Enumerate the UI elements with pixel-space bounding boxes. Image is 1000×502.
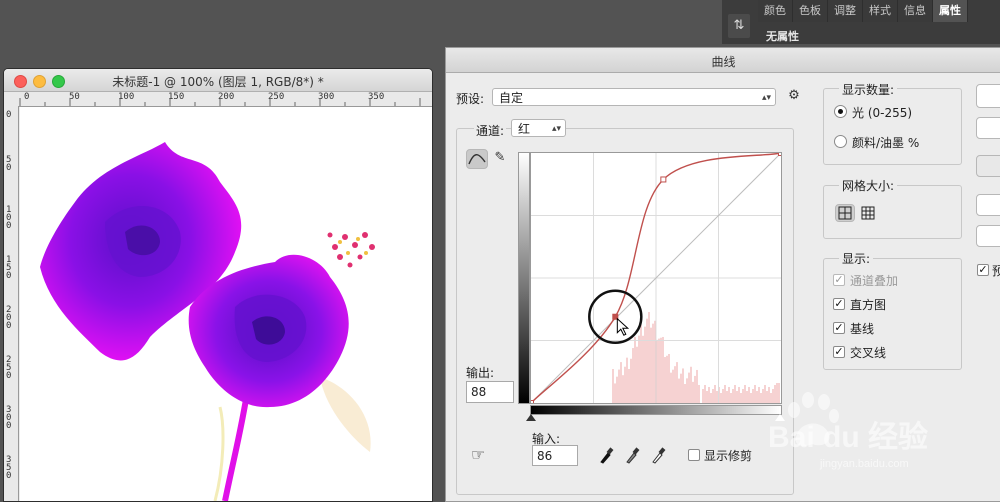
document-title: 未标题-1 @ 100% (图层 1, RGB/8*) * [112, 75, 324, 89]
black-eyedropper-icon[interactable] [598, 446, 614, 464]
output-field[interactable]: 88 [466, 381, 514, 403]
dialog-title: 曲线 [711, 55, 736, 69]
grid-detailed-button[interactable] [859, 205, 877, 224]
curve-plot[interactable] [528, 150, 784, 406]
light-radio-label: 光 (0-255) [852, 106, 913, 120]
ruler-label: 3 0 0 [6, 405, 12, 431]
grid-size-label: 网格大小: [839, 177, 898, 194]
tab-info[interactable]: 信息 [898, 0, 933, 22]
channel-overlay-label: 通道叠加 [850, 274, 899, 288]
ruler-label: 3 5 0 [6, 455, 12, 481]
ruler-label: 0 [6, 110, 12, 120]
show-amount-label: 显示数量: [839, 81, 898, 98]
ruler-label: 2 0 0 [6, 305, 12, 331]
intersection-label: 交叉线 [850, 346, 887, 360]
baseline-label: 基线 [850, 322, 875, 336]
document-window: 未标题-1 @ 100% (图层 1, RGB/8*) * 0 50 100 1… [3, 68, 433, 502]
curve-edit-tool-button[interactable] [466, 149, 488, 169]
black-point-slider[interactable] [526, 414, 536, 421]
show-options-label: 显示: [839, 250, 874, 267]
intersection-checkbox[interactable]: ✓ [833, 346, 845, 358]
tab-color[interactable]: 颜色 [758, 0, 793, 22]
output-label: 输出: [466, 366, 495, 380]
preset-value: 自定 [499, 91, 524, 105]
gray-eyedropper-icon[interactable] [624, 446, 640, 464]
chevron-updown-icon: ▴▾ [551, 124, 561, 134]
ruler-label: 2 5 0 [6, 355, 12, 381]
no-properties-label: 无属性 [766, 30, 799, 43]
pigment-radio-label: 颜料/油墨 % [852, 136, 920, 150]
histogram-checkbox[interactable]: ✓ [833, 298, 845, 310]
curve-control-point[interactable] [778, 150, 784, 156]
chevron-updown-icon: ▴▾ [761, 93, 771, 103]
grid-4x4-icon [838, 206, 852, 220]
tab-styles[interactable]: 样式 [863, 0, 898, 22]
preset-label: 预设: [456, 92, 485, 106]
ok-button[interactable] [976, 84, 1000, 108]
preset-select[interactable]: 自定 ▴▾ [492, 88, 776, 106]
channel-label: 通道: [474, 122, 507, 139]
options-button[interactable] [976, 225, 1000, 247]
cancel-button[interactable] [976, 117, 1000, 139]
tab-properties[interactable]: 属性 [933, 0, 968, 22]
watermark-url: jingyan.baidu.com [820, 458, 909, 470]
ruler-label: 1 5 0 [6, 255, 12, 281]
show-clipping-checkbox[interactable] [688, 449, 700, 461]
curve-tool-icon [468, 154, 486, 165]
curve-graph[interactable] [528, 150, 784, 406]
output-gradient-bar [518, 152, 530, 404]
channel-overlay-checkbox[interactable]: ✓ [833, 274, 845, 286]
input-gradient-bar [530, 405, 782, 415]
vertical-ruler[interactable]: 0 5 0 1 0 0 1 5 0 2 0 0 2 5 0 3 0 0 3 5 … [4, 106, 19, 501]
baseline-checkbox[interactable]: ✓ [833, 322, 845, 334]
show-amount-group [823, 88, 962, 165]
pencil-icon[interactable]: ✎ [491, 150, 509, 165]
white-eyedropper-icon[interactable] [650, 446, 666, 464]
document-canvas[interactable] [20, 107, 432, 501]
mouse-cursor-icon [616, 317, 630, 336]
curve-control-point[interactable] [528, 400, 534, 406]
horizontal-ruler[interactable]: 0 50 100 150 200 250 300 350 [18, 92, 432, 107]
channel-value: 红 [518, 122, 531, 136]
ruler-ticks [19, 98, 421, 106]
document-title-bar[interactable]: 未标题-1 @ 100% (图层 1, RGB/8*) * [4, 69, 432, 92]
tab-swatches[interactable]: 色板 [793, 0, 828, 22]
curve-control-point[interactable] [660, 176, 667, 183]
target-adjust-hand-icon[interactable]: ☞ [468, 445, 488, 464]
preview-label: 预 [992, 264, 1000, 278]
gear-icon[interactable]: ⚙ [784, 88, 804, 103]
grid-simple-button[interactable] [835, 204, 855, 222]
ruler-label: 5 0 [6, 155, 12, 173]
watermark-brand: Bai du 经验 [768, 421, 929, 454]
ruler-origin[interactable] [4, 92, 19, 107]
rose-artwork [40, 142, 375, 501]
preview-checkbox[interactable]: ✓ [977, 264, 989, 276]
pigment-radio[interactable] [834, 135, 847, 148]
channel-select[interactable]: 红 ▴▾ [511, 119, 566, 137]
auto-button[interactable] [976, 194, 1000, 216]
tab-adjustments[interactable]: 调整 [828, 0, 863, 22]
grid-10x10-icon [861, 206, 875, 220]
show-clipping-label: 显示修剪 [704, 449, 753, 463]
smooth-button[interactable] [976, 155, 1000, 177]
light-radio[interactable] [834, 105, 847, 118]
dialog-title-bar[interactable]: 曲线 [446, 48, 1000, 73]
input-field[interactable]: 86 [532, 445, 578, 466]
histogram-label: 直方图 [850, 298, 887, 312]
panel-toggle-icon[interactable]: ⇅ [728, 14, 750, 38]
properties-tab-bar: 颜色 色板 调整 样式 信息 属性 [758, 0, 968, 22]
ruler-label: 1 0 0 [6, 205, 12, 231]
baidu-watermark: Bai du 经验 jingyan.baidu.com [760, 390, 1000, 480]
